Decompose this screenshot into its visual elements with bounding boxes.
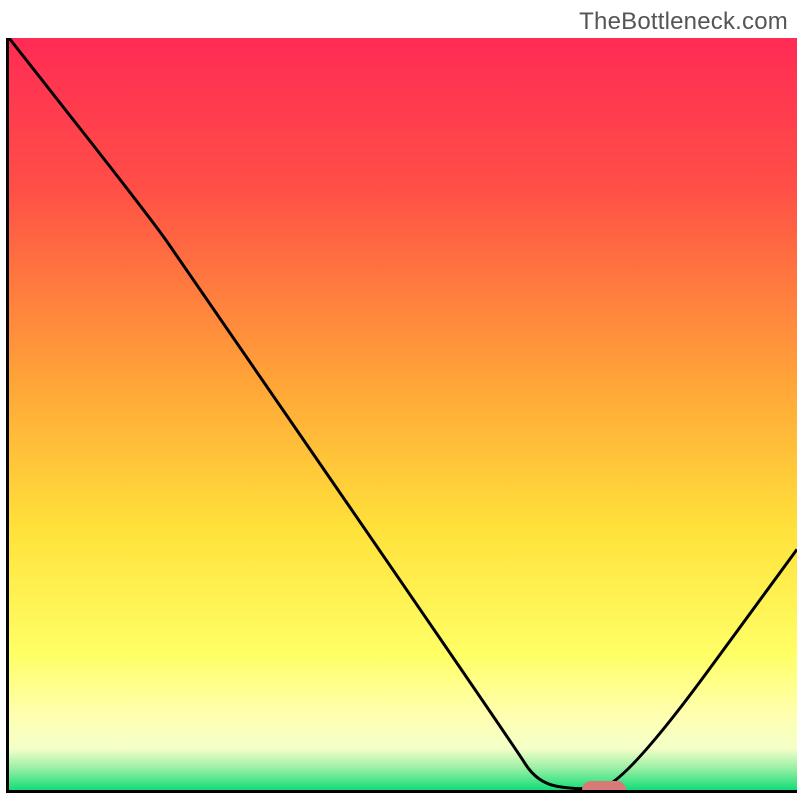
plot-area — [6, 38, 797, 793]
optimum-marker — [582, 781, 625, 793]
watermark-text: TheBottleneck.com — [579, 8, 788, 36]
bottleneck-curve — [9, 38, 797, 790]
chart-container: TheBottleneck.com — [0, 0, 800, 800]
